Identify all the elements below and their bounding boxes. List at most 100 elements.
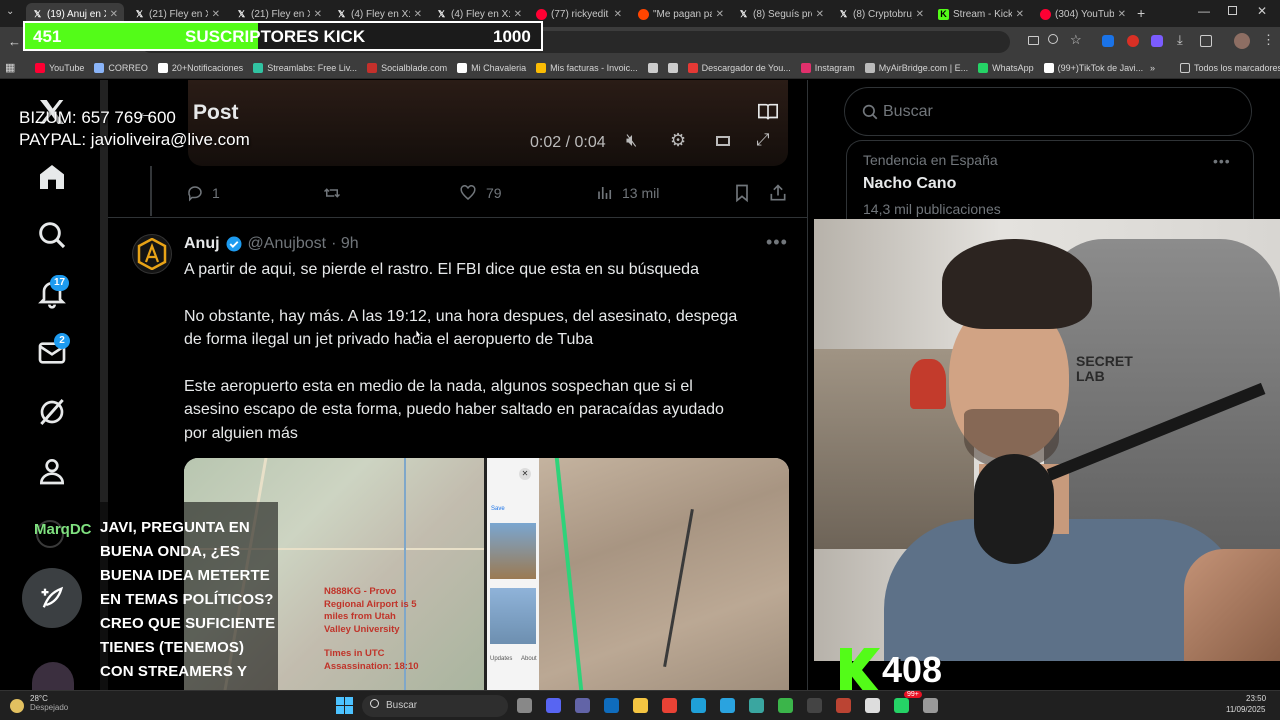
bookmark-item[interactable]: Mi Chavaleria [452,62,531,73]
browser-tab[interactable]: 𝕏 (8) Seguís preg ✕ [732,3,830,25]
taskbar-search[interactable]: Buscar [362,695,508,717]
globe-icon[interactable] [749,698,764,713]
outlook-icon[interactable] [604,698,619,713]
tweet-more-icon[interactable]: ••• [766,232,788,253]
start-button[interactable] [336,697,353,714]
pip-icon[interactable] [716,136,730,146]
cast-icon[interactable] [1028,36,1039,45]
reader-view-icon[interactable] [756,101,780,123]
chrome-icon[interactable] [662,698,677,713]
bookmark-item[interactable]: Socialblade.com [362,62,452,73]
obs-icon[interactable] [807,698,822,713]
views-action[interactable]: 13 mil [596,184,659,202]
tab-close-icon[interactable]: ✕ [716,9,724,20]
profile-person-icon[interactable] [36,455,68,487]
browser-tab[interactable]: K Stream - Kick ✕ [932,3,1030,25]
bookmark-label: WhatsApp [992,62,1034,73]
extension-icon-red[interactable] [1127,35,1139,47]
steam-icon[interactable] [865,698,880,713]
teams-icon[interactable] [575,698,590,713]
telegram-icon[interactable] [720,698,735,713]
browser-tab[interactable]: 𝕏 (8) Cryptobruj ✕ [832,3,930,25]
volume-muted-icon[interactable]: 🔇︎ [626,130,637,151]
x-icon: 𝕏 [237,8,246,19]
bookmark-item[interactable]: Mis facturas - Invoic... [531,62,643,73]
bookmark-icon[interactable] [732,183,752,203]
browser-menu-icon[interactable]: ⋮ [1262,32,1275,48]
author-handle[interactable]: @Anujbost [248,235,327,253]
download-icon[interactable]: ⤓ [1177,32,1183,48]
discord-icon[interactable] [546,698,561,713]
bookmark-item[interactable] [643,62,663,73]
new-tab-button[interactable]: + [1137,5,1145,21]
bookmark-item[interactable]: MyAirBridge.com | E... [860,62,973,73]
whatsapp-icon[interactable] [894,698,909,713]
share-icon[interactable] [768,183,788,203]
search-box[interactable]: Buscar [844,87,1252,136]
extensions-puzzle-icon[interactable] [1200,35,1212,47]
browser-tab[interactable]: (304) YouTube ✕ [1034,3,1132,25]
tab-search-chevron-icon[interactable]: ⌄ [6,6,20,20]
account-avatar[interactable] [32,662,74,690]
browser-tab[interactable]: (77) rickyedit ✕ [530,3,628,25]
capture-icon[interactable] [923,698,938,713]
explore-search-icon[interactable] [36,219,68,251]
clock-date[interactable]: 11/09/2025 [1226,705,1265,714]
trend-more-icon[interactable]: ••• [1213,153,1231,169]
like-action[interactable]: 79 [458,184,502,202]
bookmark-item[interactable]: 20+Notificaciones [153,62,248,73]
tab-close-icon[interactable]: ✕ [614,9,622,20]
extension-icon-purple[interactable] [1151,35,1163,47]
video-player[interactable]: 0:02 / 0:04 🔇︎ ⚙ ⤢ [188,80,788,166]
weather-widget[interactable]: 28°C Despejado [10,694,68,713]
phone-map-screenshot[interactable]: ✕ Save Updates About [487,458,789,690]
bookmarks-overflow-icon[interactable]: » [1145,63,1160,73]
tab-close-icon[interactable]: ✕ [916,9,924,20]
reply-action[interactable]: 1 [186,184,220,202]
bookmark-item[interactable] [663,62,683,73]
bookmark-favicon-icon [1043,62,1054,73]
tab-close-icon[interactable]: ✕ [212,9,220,20]
clock-time[interactable]: 23:50 [1246,694,1266,703]
close-window-button[interactable]: ✕ [1257,4,1267,18]
author-avatar[interactable] [132,234,172,274]
repost-action[interactable] [322,184,342,202]
tab-close-icon[interactable]: ✕ [514,9,522,20]
task-view-icon[interactable] [517,698,532,713]
edge-icon[interactable] [691,698,706,713]
extension-icon-blue[interactable] [1102,35,1114,47]
apps-grid-icon[interactable]: ▦ [0,61,30,74]
tab-close-icon[interactable]: ✕ [414,9,422,20]
tab-close-icon[interactable]: ✕ [1016,9,1024,20]
tweet-time[interactable]: · 9h [331,235,359,253]
bookmark-item[interactable]: WhatsApp [973,62,1039,73]
all-bookmarks-folder[interactable]: Todos los marcadores [1175,62,1280,73]
app-icon[interactable] [836,698,851,713]
zoom-icon[interactable] [1048,34,1058,44]
camtasia-icon[interactable] [778,698,793,713]
bookmark-item[interactable]: YouTube [30,62,89,73]
bookmark-item[interactable]: CORREO [89,62,153,73]
browser-tab[interactable]: "Me pagan pa ✕ [632,3,730,25]
bookmark-item[interactable]: Streamlabs: Free Liv... [248,62,362,73]
profile-avatar[interactable] [1234,33,1250,49]
grok-icon[interactable] [36,396,68,428]
bookmark-item[interactable]: Instagram [796,62,860,73]
maximize-button[interactable] [1228,6,1237,15]
file-explorer-icon[interactable] [633,698,648,713]
tab-close-icon[interactable]: ✕ [1118,9,1126,20]
minimize-button[interactable]: — [1198,4,1210,18]
fullscreen-icon[interactable]: ⤢ [756,130,770,150]
author-name[interactable]: Anuj [184,235,220,253]
settings-gear-icon[interactable]: ⚙ [670,130,686,151]
compose-post-button[interactable] [22,568,82,628]
bookmark-item[interactable]: Descargador de You... [683,62,796,73]
home-icon[interactable] [36,161,68,193]
tab-close-icon[interactable]: ✕ [816,9,824,20]
bookmark-item[interactable]: (99+)TikTok de Javi... [1039,62,1148,73]
star-icon[interactable]: ☆ [1070,32,1082,48]
back-arrow-icon[interactable]: ← [8,34,21,49]
tab-close-icon[interactable]: ✕ [314,9,322,20]
trend-card[interactable]: Tendencia en España Nacho Cano 14,3 mil … [846,140,1254,222]
tab-close-icon[interactable]: ✕ [110,9,118,20]
